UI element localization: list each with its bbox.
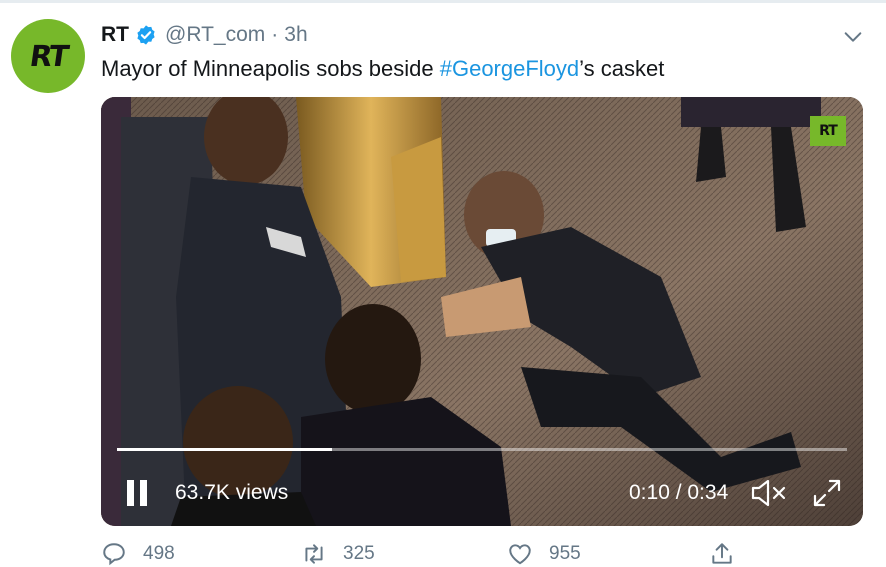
tweet-text-start: Mayor of Minneapolis sobs beside: [101, 56, 440, 81]
verified-badge-icon: [137, 25, 155, 45]
retweet-icon: [305, 544, 323, 564]
share-button[interactable]: [709, 541, 735, 567]
video-time: 0:10 / 0:34: [629, 481, 729, 504]
chevron-down-icon[interactable]: [842, 26, 864, 48]
reply-count: 498: [143, 543, 175, 564]
tweet-header: RT @RT_com · 3h: [101, 22, 308, 48]
display-name[interactable]: RT: [101, 23, 129, 47]
pause-icon[interactable]: [125, 479, 151, 507]
share-icon: [712, 543, 732, 564]
video-player[interactable]: RT 63.7K views 0:10 / 0:34: [101, 97, 863, 526]
like-button[interactable]: 955: [507, 541, 581, 567]
tweet-text: Mayor of Minneapolis sobs beside #George…: [101, 55, 664, 83]
retweet-count: 325: [343, 543, 375, 564]
video-progress-fill: [117, 448, 332, 451]
retweet-button[interactable]: 325: [301, 541, 375, 567]
view-count: 63.7K views: [175, 481, 289, 504]
reply-icon: [103, 543, 125, 566]
rt-watermark: RT: [810, 116, 846, 146]
rt-watermark-text: RT: [819, 123, 838, 139]
separator-dot: ·: [271, 23, 279, 46]
hashtag-link[interactable]: #GeorgeFloyd: [440, 56, 579, 81]
tweet-text-end: ’s casket: [579, 56, 665, 81]
top-divider: [0, 0, 886, 3]
user-handle[interactable]: @RT_com: [165, 23, 265, 47]
video-controls: 63.7K views 0:10 / 0:34: [101, 469, 863, 517]
video-frame: [101, 97, 863, 526]
video-progress-bar[interactable]: [117, 448, 847, 451]
avatar[interactable]: RT: [11, 19, 85, 93]
avatar-logo-text: RT: [27, 39, 69, 73]
reply-button[interactable]: 498: [101, 541, 175, 567]
tweet-actions: 498 325 955: [101, 541, 741, 566]
muted-speaker-icon[interactable]: [750, 477, 788, 509]
like-count: 955: [549, 543, 581, 564]
like-icon: [509, 544, 531, 565]
timestamp[interactable]: 3h: [284, 23, 307, 47]
fullscreen-icon[interactable]: [812, 478, 842, 508]
